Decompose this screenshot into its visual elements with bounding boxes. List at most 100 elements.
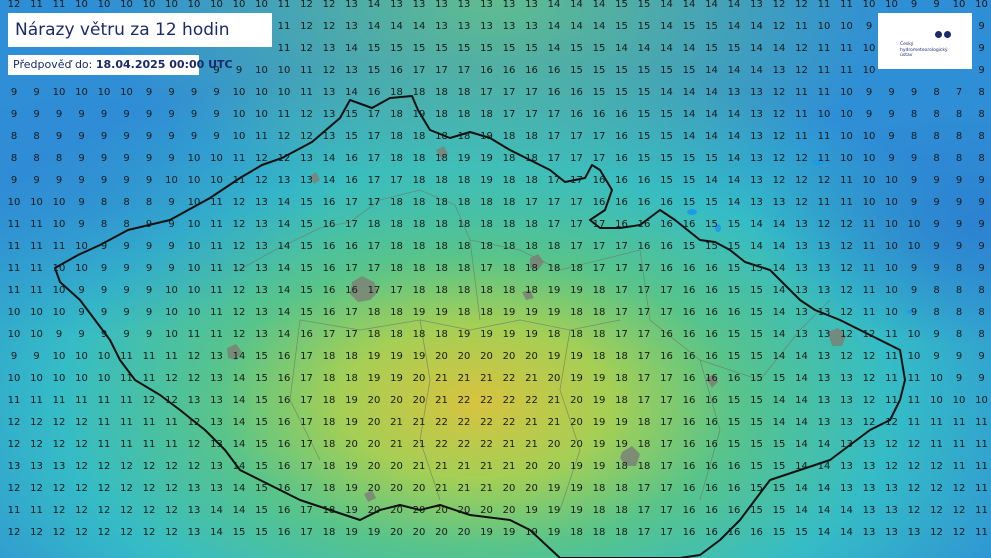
gust-value: 10 <box>278 65 291 76</box>
chmi-logo[interactable]: Český hydrometeorologický ústav <box>878 13 972 69</box>
gust-value: 11 <box>278 0 291 10</box>
gust-value: 8 <box>11 153 17 164</box>
gust-value: 9 <box>78 153 84 164</box>
gust-value: 9 <box>191 109 197 120</box>
gust-value: 8 <box>33 153 39 164</box>
gust-value: 16 <box>683 307 696 318</box>
gust-value: 15 <box>570 43 583 54</box>
gust-value: 20 <box>368 395 381 406</box>
gust-value: 17 <box>660 483 673 494</box>
gust-value: 9 <box>911 175 917 186</box>
gust-value: 12 <box>818 175 831 186</box>
gust-value: 16 <box>728 373 741 384</box>
gust-value: 16 <box>323 197 336 208</box>
gust-value: 18 <box>570 527 583 538</box>
gust-value: 20 <box>390 483 403 494</box>
gust-value: 13 <box>188 527 201 538</box>
gust-value: 14 <box>795 395 808 406</box>
gust-value: 17 <box>660 373 673 384</box>
gust-value: 9 <box>911 87 917 98</box>
gust-value: 11 <box>165 351 178 362</box>
gust-value: 16 <box>660 263 673 274</box>
gust-value: 12 <box>908 483 921 494</box>
gust-value: 19 <box>593 395 606 406</box>
gust-value: 15 <box>638 109 651 120</box>
gust-value: 12 <box>233 263 246 274</box>
gust-value: 19 <box>480 329 493 340</box>
gust-value: 10 <box>98 373 111 384</box>
gust-value: 18 <box>503 285 516 296</box>
gust-value: 13 <box>8 461 21 472</box>
gust-value: 17 <box>638 395 651 406</box>
gust-value: 10 <box>863 175 876 186</box>
gust-value: 22 <box>503 417 516 428</box>
gust-value: 11 <box>300 87 313 98</box>
gust-value: 9 <box>236 65 242 76</box>
gust-value: 15 <box>413 43 426 54</box>
gust-value: 13 <box>840 417 853 428</box>
gust-value: 9 <box>56 109 62 120</box>
gust-value: 16 <box>705 527 718 538</box>
gust-value: 15 <box>660 65 673 76</box>
gust-value: 13 <box>210 417 223 428</box>
gust-value: 12 <box>323 65 336 76</box>
gust-value: 19 <box>458 329 471 340</box>
logo-text: Český hydrometeorologický ústav <box>900 42 970 59</box>
gust-value: 17 <box>570 175 583 186</box>
gust-value: 9 <box>123 131 129 142</box>
gust-value: 9 <box>911 307 917 318</box>
gust-value: 8 <box>933 285 939 296</box>
gust-value: 15 <box>728 329 741 340</box>
gust-value: 17 <box>615 241 628 252</box>
gust-value: 13 <box>210 395 223 406</box>
gust-value: 10 <box>908 241 921 252</box>
gust-value: 19 <box>413 307 426 318</box>
gust-value: 20 <box>345 439 358 450</box>
gust-value: 16 <box>750 527 763 538</box>
gust-value: 19 <box>345 483 358 494</box>
gust-value: 12 <box>53 505 66 516</box>
gust-value: 15 <box>638 21 651 32</box>
gust-value: 18 <box>458 307 471 318</box>
gust-value: 17 <box>503 109 516 120</box>
gust-value: 13 <box>750 197 763 208</box>
gust-value: 10 <box>930 395 943 406</box>
gust-value: 17 <box>300 505 313 516</box>
gust-value: 17 <box>345 219 358 230</box>
gust-value: 18 <box>548 329 561 340</box>
gust-value: 17 <box>638 351 651 362</box>
gust-value: 10 <box>908 351 921 362</box>
gust-value: 12 <box>53 527 66 538</box>
gust-value: 16 <box>548 65 561 76</box>
gust-value: 11 <box>930 417 943 428</box>
gust-value: 12 <box>840 329 853 340</box>
gust-value: 10 <box>53 87 66 98</box>
gust-value: 8 <box>933 131 939 142</box>
gust-value: 9 <box>933 197 939 208</box>
gust-value: 17 <box>300 395 313 406</box>
gust-value: 16 <box>323 219 336 230</box>
gust-value: 16 <box>300 329 313 340</box>
gust-value: 15 <box>638 87 651 98</box>
gust-value: 11 <box>210 329 223 340</box>
gust-value: 14 <box>278 219 291 230</box>
gust-value: 8 <box>101 197 107 208</box>
gust-value: 17 <box>548 175 561 186</box>
wind-gust-map[interactable]: 12 11 11 10 10 10 10 10 10 10 10 10 11 12 12 13 14 13 13 13… <box>0 0 991 558</box>
gust-value: 15 <box>255 351 268 362</box>
gust-value: 9 <box>168 109 174 120</box>
gust-value: 15 <box>750 483 763 494</box>
gust-value: 11 <box>233 153 246 164</box>
gust-value: 16 <box>683 417 696 428</box>
gust-value: 15 <box>705 197 718 208</box>
gust-value: 14 <box>818 527 831 538</box>
gust-value: 11 <box>30 263 43 274</box>
map-title: Nárazy větru za 12 hodin <box>8 13 272 47</box>
gust-value: 17 <box>300 461 313 472</box>
gust-value: 18 <box>503 175 516 186</box>
gust-value: 12 <box>795 175 808 186</box>
gust-value: 13 <box>255 219 268 230</box>
gust-value: 16 <box>480 65 493 76</box>
gust-value: 16 <box>660 329 673 340</box>
gust-value: 11 <box>818 65 831 76</box>
